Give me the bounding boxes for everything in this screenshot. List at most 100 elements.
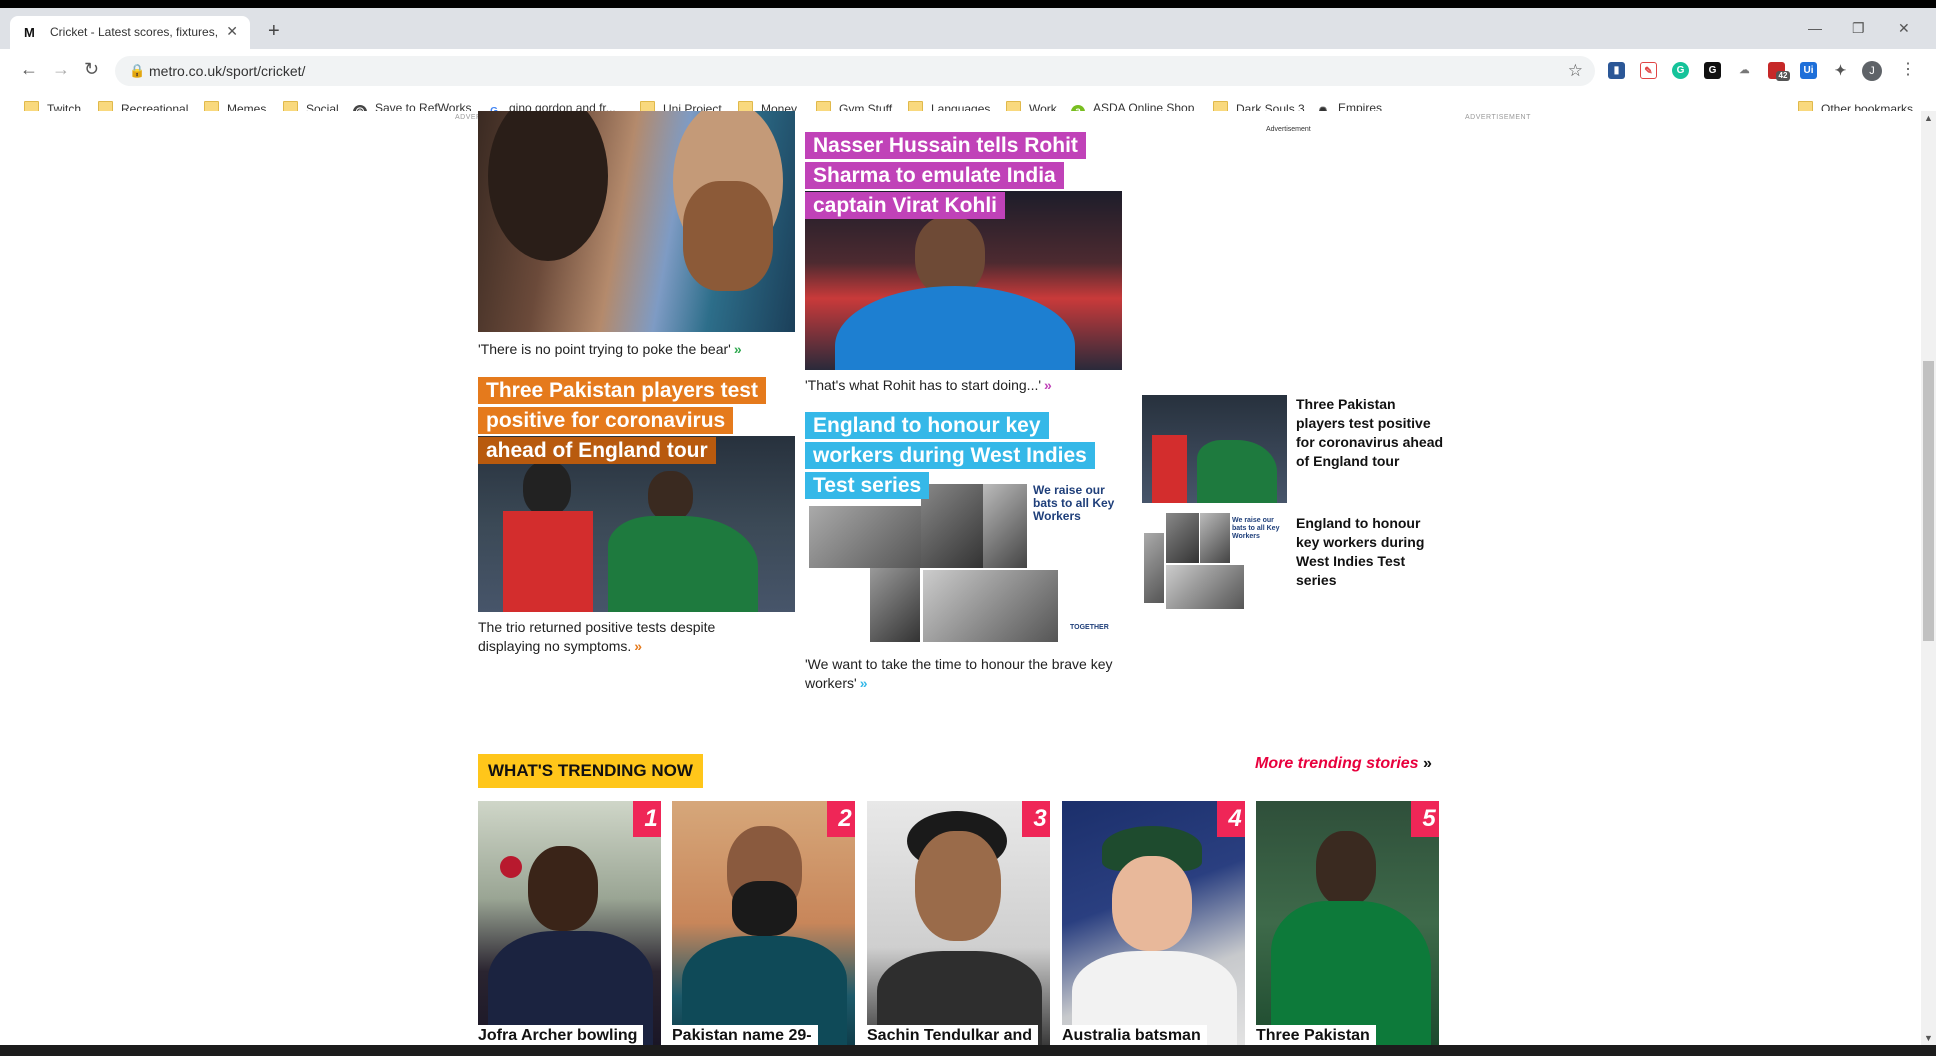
player-jersey-shape [835,286,1075,370]
player-head-shape [488,111,608,261]
photo-tile [1144,533,1164,603]
side2-title[interactable]: England to honour key workers during Wes… [1296,514,1446,590]
extension-cloud-icon[interactable]: ☁ [1736,62,1753,79]
trending-item-1[interactable]: 1 Jofra Archer bowling [478,801,661,1045]
tab-bar: M Cricket - Latest scores, fixtures, p ✕… [0,8,1936,50]
photo-tile [923,570,1058,642]
page-scrollbar[interactable]: ▲ ▼ [1921,111,1936,1045]
caption-text: 'We want to take the time to honour the … [805,656,1113,691]
lock-icon: 🔒 [129,63,146,78]
trending-item-4[interactable]: 4 Australia batsman [1062,801,1245,1045]
trending-item-2[interactable]: 2 Pakistan name 29- [672,801,855,1045]
chevron-icon: » [859,675,868,691]
photo-tile [1166,565,1244,609]
headline-line: workers during West Indies [805,442,1095,469]
ad-label-mid: Advertisement [1266,126,1311,133]
scroll-down-arrow-icon[interactable]: ▼ [1924,1033,1933,1043]
new-tab-button[interactable]: + [268,21,280,41]
player-head-shape [915,831,1001,941]
headline-line: Nasser Hussain tells Rohit [805,132,1086,159]
trend-rank-badge: 3 [1022,801,1050,837]
side1-image[interactable] [1142,395,1287,503]
extension-grammarly-icon[interactable]: G [1672,62,1689,79]
card2-caption[interactable]: 'That's what Rohit has to start doing...… [805,376,1125,395]
headline-line: Test series [805,472,930,499]
player-head-shape [528,846,598,931]
trending-item-3[interactable]: 3 Sachin Tendulkar and [867,801,1050,1045]
window-top-strip [0,0,1936,8]
player-head-shape [1316,831,1376,906]
profile-avatar[interactable]: J [1862,61,1882,81]
photo-tile [809,506,921,568]
umpire-shirt-shape [503,511,593,612]
trend-caption: Three Pakistan [1256,1025,1376,1045]
headline-line: Sharma to emulate India [805,162,1064,189]
reload-button[interactable]: ↻ [84,59,99,79]
card1-caption[interactable]: 'There is no point trying to poke the be… [478,340,798,359]
caption-text: The trio returned positive tests despite… [478,619,716,654]
caption-text: 'There is no point trying to poke the be… [478,341,731,357]
chevron-icon: » [733,341,742,357]
tab-close-icon[interactable]: ✕ [226,23,238,40]
bookmark-star-icon[interactable]: ☆ [1568,61,1583,81]
extension-badge: 42 [1776,71,1790,81]
browser-menu-icon[interactable]: ⋮ [1900,59,1916,79]
card3-caption[interactable]: The trio returned positive tests despite… [478,618,778,656]
scroll-up-arrow-icon[interactable]: ▲ [1924,113,1933,123]
player-head-shape [648,471,693,521]
headline-line: Three Pakistan players test [478,377,766,404]
back-button[interactable]: ← [20,59,38,79]
player-head-shape [915,216,985,296]
trending-heading: WHAT'S TRENDING NOW [478,754,703,788]
side2-image[interactable]: We raise our bats to all Key Workers [1142,513,1287,621]
forward-button[interactable]: → [52,59,70,79]
extension-ui-icon[interactable]: Ui [1800,62,1817,79]
trend-rank-badge: 5 [1411,801,1439,837]
more-trending-text: More trending stories [1255,755,1419,772]
player-head-shape [1112,856,1192,951]
card3-headline[interactable]: Three Pakistan players test positive for… [478,376,808,466]
caption-text: 'That's what Rohit has to start doing...… [805,377,1042,393]
extension-reader-icon[interactable]: ▮ [1608,62,1625,79]
ad-label-right: ADVERTISEMENT [1465,114,1531,121]
side1-title[interactable]: Three Pakistan players test positive for… [1296,395,1446,471]
scroll-thumb[interactable] [1923,361,1934,641]
umpire-head-shape [523,461,571,516]
restore-button[interactable]: ❐ [1852,20,1865,37]
card4-headline[interactable]: England to honour key workers during Wes… [805,411,1135,501]
player-jersey-shape [1271,901,1431,1045]
address-bar[interactable]: 🔒 metro.co.uk/sport/cricket/ ☆ [115,56,1595,86]
player-beard-shape [732,881,797,936]
metro-favicon-icon: M [24,25,35,40]
umpire-shirt-shape [1152,435,1187,503]
trending-item-5[interactable]: 5 Three Pakistan [1256,801,1439,1045]
poster-text: We raise our bats to all Key Workers [1232,517,1280,540]
trend-caption: Sachin Tendulkar and [867,1025,1039,1045]
player-beard-shape [683,181,773,291]
trend-rank-badge: 4 [1217,801,1245,837]
poster-small-text: TOGETHER [1070,624,1109,631]
headline-line: positive for coronavirus [478,407,734,434]
extension-g-icon[interactable]: G [1704,62,1721,79]
trend-rank-badge: 2 [827,801,855,837]
trend-rank-badge: 1 [633,801,661,837]
tab-cricket[interactable]: M Cricket - Latest scores, fixtures, p ✕ [10,16,250,50]
window-close-button[interactable]: ✕ [1898,20,1910,37]
extensions-puzzle-icon[interactable]: ✦ [1832,62,1849,79]
chevron-icon: » [1044,377,1052,393]
card4-caption[interactable]: 'We want to take the time to honour the … [805,655,1125,693]
player-jersey-shape [608,516,758,612]
photo-tile [1166,513,1199,563]
extension-pdf-icon[interactable]: ✎ [1640,62,1657,79]
trend-caption: Pakistan name 29- [672,1025,818,1045]
trend-caption: Australia batsman [1062,1025,1207,1045]
card2-headline[interactable]: Nasser Hussain tells Rohit Sharma to emu… [805,131,1135,221]
card1-image[interactable] [478,111,795,332]
page-content: ADVERTISEMENT ADVERTISEMENT Advertisemen… [0,111,1921,1045]
photo-tile [870,568,920,642]
more-trending-link[interactable]: More trending stories » [1255,755,1432,773]
minimize-button[interactable]: — [1808,20,1822,36]
player-jersey-shape [1197,440,1277,503]
chevron-icon: » [1423,755,1432,772]
headline-line: England to honour key [805,412,1049,439]
